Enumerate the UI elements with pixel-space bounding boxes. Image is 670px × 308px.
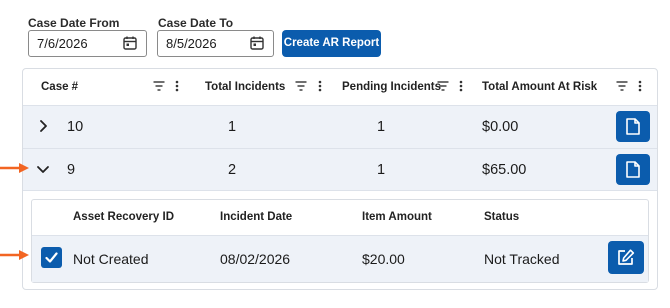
item-amount-value: $20.00	[362, 251, 405, 267]
column-header-total-incidents[interactable]: Total Incidents	[205, 81, 285, 93]
status-value: Not Tracked	[484, 251, 560, 267]
checkmark-icon	[45, 252, 58, 263]
document-icon	[626, 118, 640, 135]
case-date-from-value: 7/6/2026	[37, 36, 88, 51]
filter-icon[interactable]	[437, 80, 449, 92]
calendar-icon[interactable]	[250, 36, 264, 50]
pending-incidents-value: 1	[377, 162, 386, 178]
total-amount-value: $0.00	[482, 119, 519, 135]
annotation-arrow	[0, 163, 29, 173]
filter-icon[interactable]	[616, 80, 628, 92]
chevron-down-icon[interactable]	[36, 162, 50, 176]
case-date-to-input[interactable]: 8/5/2026	[157, 30, 274, 57]
case-date-from-input[interactable]: 7/6/2026	[28, 30, 147, 57]
asset-recovery-id-value: Not Created	[73, 251, 149, 267]
kebab-menu-icon[interactable]	[458, 80, 464, 92]
view-report-button[interactable]	[616, 111, 650, 142]
filter-icon[interactable]	[153, 80, 165, 92]
calendar-icon[interactable]	[123, 36, 137, 50]
column-header-case[interactable]: Case #	[41, 81, 78, 93]
case-number: 9	[67, 162, 76, 178]
chevron-right-icon[interactable]	[36, 119, 50, 133]
column-header-item-amount: Item Amount	[362, 211, 432, 223]
total-amount-value: $65.00	[482, 162, 527, 178]
case-number: 10	[67, 119, 84, 135]
edit-incident-button[interactable]	[608, 241, 644, 274]
total-incidents-value: 2	[228, 162, 237, 178]
column-header-pending-incidents[interactable]: Pending Incidents	[342, 81, 441, 93]
annotation-arrow	[0, 250, 29, 260]
pending-incidents-value: 1	[377, 119, 386, 135]
incident-row[interactable]: Not Created 08/02/2026 $20.00 Not Tracke…	[32, 235, 648, 282]
kebab-menu-icon[interactable]	[637, 80, 643, 92]
case-date-to-value: 8/5/2026	[166, 36, 217, 51]
column-header-status: Status	[484, 211, 520, 223]
cases-table: Case # Total Incidents Pending Incidents…	[22, 68, 658, 290]
kebab-menu-icon[interactable]	[317, 80, 323, 92]
document-icon	[626, 161, 640, 178]
column-header-incident-date: Incident Date	[220, 211, 293, 223]
case-date-to-label: Case Date To	[158, 16, 234, 30]
view-report-button[interactable]	[616, 154, 650, 185]
incident-date-value: 08/02/2026	[220, 251, 291, 267]
create-ar-report-button[interactable]: Create AR Report	[282, 30, 381, 57]
incident-select-checkbox[interactable]	[41, 247, 62, 268]
total-incidents-value: 1	[228, 119, 237, 135]
incident-detail-panel: Asset Recovery ID Incident Date Item Amo…	[31, 199, 649, 283]
edit-icon	[618, 249, 635, 265]
table-row[interactable]: 10 1 1 $0.00	[23, 105, 657, 148]
column-header-asset-recovery-id: Asset Recovery ID	[73, 211, 174, 223]
column-header-total-amount-at-risk[interactable]: Total Amount At Risk	[482, 81, 597, 93]
table-row[interactable]: 9 2 1 $65.00	[23, 148, 657, 191]
kebab-menu-icon[interactable]	[174, 80, 180, 92]
case-date-from-label: Case Date From	[28, 16, 120, 30]
filter-icon[interactable]	[295, 80, 307, 92]
